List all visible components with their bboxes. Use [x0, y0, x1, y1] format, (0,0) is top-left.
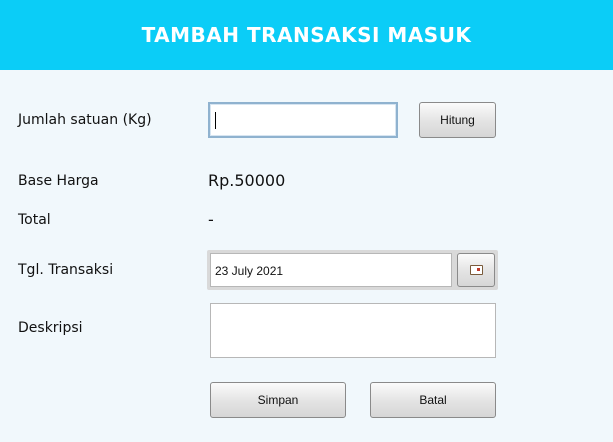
tgl-transaksi-label: Tgl. Transaksi	[18, 262, 114, 278]
deskripsi-label: Deskripsi	[18, 320, 83, 336]
tgl-transaksi-input[interactable]: 23 July 2021	[210, 253, 452, 287]
simpan-button[interactable]: Simpan	[210, 382, 346, 418]
base-harga-value: Rp.50000	[208, 171, 286, 190]
page-title: TAMBAH TRANSAKSI MASUK	[141, 23, 472, 47]
header-bar: TAMBAH TRANSAKSI MASUK	[0, 0, 613, 70]
base-harga-label: Base Harga	[18, 173, 99, 189]
text-caret	[215, 112, 216, 129]
total-label: Total	[18, 212, 51, 228]
jumlah-label: Jumlah satuan (Kg)	[18, 112, 152, 128]
jumlah-input[interactable]	[208, 102, 398, 138]
hitung-button[interactable]: Hitung	[419, 102, 496, 138]
date-picker: 23 July 2021	[207, 250, 498, 290]
total-value: -	[208, 210, 214, 229]
calendar-icon	[469, 265, 483, 275]
tgl-transaksi-value: 23 July 2021	[215, 264, 284, 278]
deskripsi-textarea[interactable]	[210, 303, 496, 358]
date-picker-button[interactable]	[457, 253, 495, 287]
batal-button[interactable]: Batal	[370, 382, 496, 418]
